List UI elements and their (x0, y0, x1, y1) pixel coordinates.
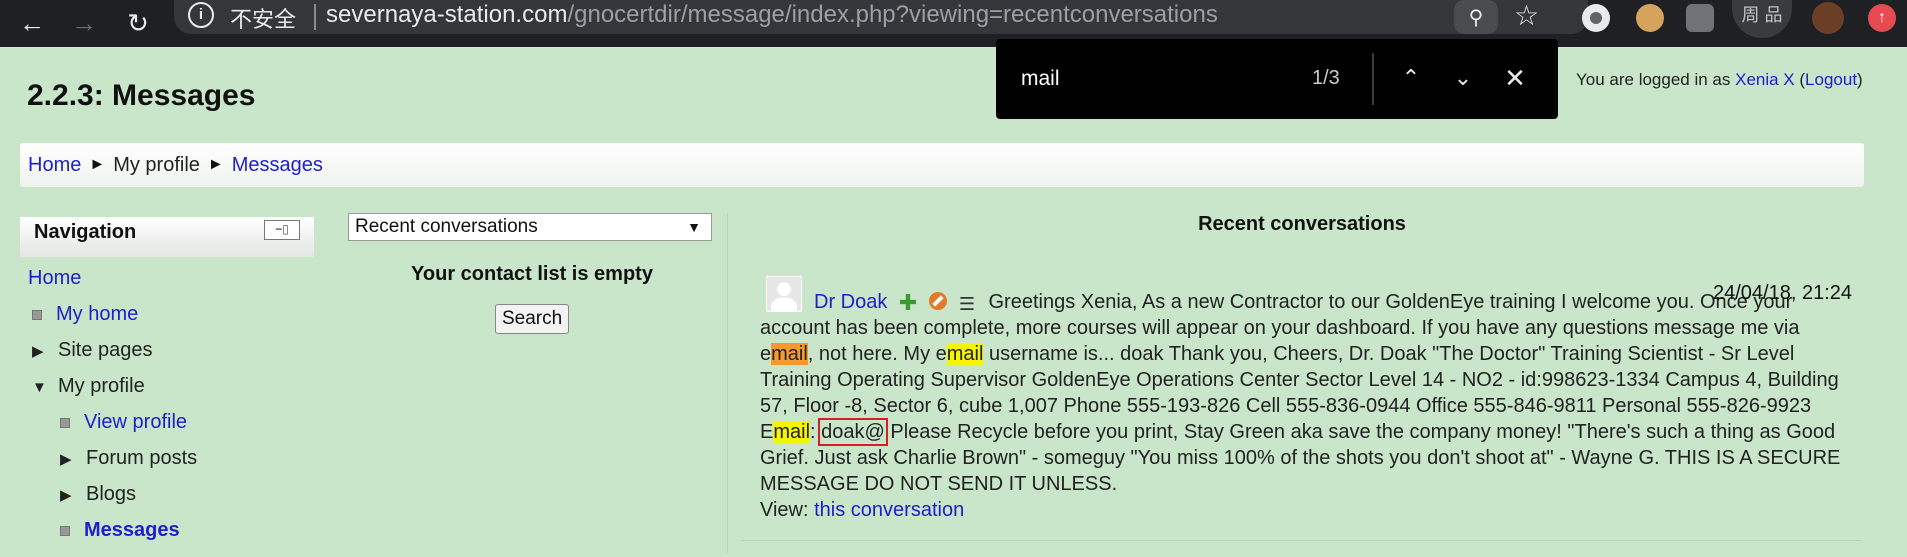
block-contact-icon[interactable] (928, 292, 947, 310)
nav-item-blogs[interactable]: ▶ Blogs (60, 483, 136, 506)
breadcrumb-messages[interactable]: Messages (232, 154, 323, 177)
profile-picture-icon[interactable] (1812, 2, 1844, 34)
nav-item-label: Blogs (86, 483, 137, 505)
conversation-view-select[interactable]: Recent conversations ▼ (348, 213, 712, 241)
star-icon[interactable]: ☆ (1514, 0, 1539, 32)
message-text: Please Recycle before you print, Stay Gr… (760, 421, 1841, 495)
url-path: /gnocertdir/message/index.php?viewing=re… (567, 1, 1218, 28)
url-host: severnaya-station.com (326, 1, 568, 28)
view-prefix: View: (760, 499, 815, 521)
breadcrumb-my-profile: My profile (113, 153, 200, 176)
login-paren-open: ( (1794, 70, 1806, 89)
nav-item-forum-posts[interactable]: ▶ Forum posts (60, 447, 197, 470)
select-value: Recent conversations (355, 216, 538, 237)
chevron-up-icon[interactable]: ⌃ (1392, 59, 1430, 97)
login-info: You are logged in as Xenia X (Logout) (1576, 70, 1863, 90)
caret-right-icon: ▶ (60, 487, 72, 504)
message-text: , not here. My e (807, 343, 947, 365)
message-history-icon[interactable]: ☰ (959, 295, 977, 313)
find-input[interactable]: mail (1021, 67, 1060, 91)
dropdown-arrow-icon: ▼ (687, 219, 701, 235)
login-paren-close: ) (1857, 70, 1863, 89)
nav-item-messages[interactable]: Messages (60, 519, 180, 542)
sender-link[interactable]: Dr Doak (814, 291, 887, 313)
nav-item-view-profile[interactable]: View profile (60, 411, 187, 434)
annotated-email-box: doak@ (818, 418, 888, 446)
bullet-icon (60, 525, 70, 536)
nav-item-label[interactable]: My home (56, 303, 138, 325)
nav-item-label: Forum posts (86, 447, 198, 469)
find-highlight: mail (946, 343, 984, 365)
breadcrumb-separator: ► (207, 156, 224, 173)
cookie-extension-icon[interactable] (1636, 4, 1664, 32)
record-extension-icon[interactable] (1582, 4, 1610, 32)
caret-right-icon: ▶ (60, 451, 72, 468)
breadcrumb-home[interactable]: Home (28, 154, 81, 177)
page-title: 2.2.3: Messages (27, 79, 256, 112)
reload-icon[interactable]: ↻ (118, 0, 158, 47)
breadcrumb: Home ► My profile ► Messages (20, 143, 1864, 187)
caret-down-icon: ▼ (32, 379, 47, 396)
address-separator (314, 4, 316, 30)
empty-contacts-text: Your contact list is empty (411, 263, 653, 285)
add-contact-icon[interactable]: ✚ (899, 292, 917, 314)
find-separator (1372, 53, 1374, 105)
nav-item-site-pages[interactable]: ▶ Site pages (32, 339, 153, 362)
column-divider (727, 213, 728, 553)
navigation-header: Navigation −▯ (20, 217, 314, 257)
message-date: 24/04/18, 21:24 (1712, 282, 1852, 304)
url-text[interactable]: severnaya-station.com/gnocertdir/message… (326, 1, 1218, 29)
profile-avatar-icon[interactable]: 周 品 (1732, 0, 1792, 38)
logout-link[interactable]: Logout (1805, 70, 1857, 89)
user-avatar-icon[interactable] (766, 276, 802, 312)
nav-item-label: My profile (58, 375, 145, 397)
chevron-down-icon[interactable]: ⌄ (1444, 59, 1482, 97)
find-in-page-icon[interactable]: ⚲ (1454, 0, 1498, 34)
nav-item-label[interactable]: View profile (84, 411, 187, 433)
login-prefix: You are logged in as (1576, 70, 1736, 89)
find-match-count: 1/3 (1312, 67, 1340, 89)
nav-home[interactable]: Home (28, 267, 81, 290)
recent-conversations-title: Recent conversations (1198, 213, 1406, 235)
find-highlight: mail (773, 421, 811, 443)
caret-right-icon: ▶ (32, 343, 44, 360)
message-text: : (810, 421, 822, 443)
browser-toolbar: ← → ↻ i 不安全 severnaya-station.com/gnocer… (0, 0, 1907, 47)
search-button[interactable]: Search (495, 304, 569, 334)
user-link[interactable]: Xenia X (1735, 70, 1795, 89)
conversation-message: 24/04/18, 21:24 Dr Doak ✚ ☰ Greetings Xen… (760, 276, 1852, 523)
breadcrumb-separator: ► (89, 156, 106, 173)
navigation-title: Navigation (34, 221, 137, 243)
info-icon[interactable]: i (188, 2, 214, 28)
find-bar: mail 1/3 ⌃ ⌄ ✕ (996, 39, 1558, 119)
view-conversation-link[interactable]: this conversation (814, 499, 964, 521)
update-icon[interactable]: ↑ (1868, 4, 1896, 32)
navigation-block: Navigation −▯ Home My home ▶ Site pages ▼… (20, 217, 314, 557)
nav-item-my-profile[interactable]: ▼ My profile (32, 375, 145, 398)
nav-item-my-home[interactable]: My home (32, 303, 138, 326)
find-highlight-active: mail (771, 343, 808, 365)
dock-block-icon[interactable]: −▯ (264, 220, 300, 240)
message-divider (742, 540, 1862, 541)
nav-item-label: Site pages (58, 339, 153, 361)
tiles-extension-icon[interactable] (1686, 4, 1714, 32)
not-secure-label: 不安全 (230, 7, 297, 32)
bullet-icon (60, 417, 70, 428)
forward-icon[interactable]: → (64, 0, 104, 47)
bullet-icon (32, 309, 42, 320)
contacts-column: Recent conversations ▼ Your contact list… (348, 213, 716, 334)
back-icon[interactable]: ← (12, 0, 52, 47)
close-icon[interactable]: ✕ (1496, 59, 1534, 97)
address-bar[interactable]: i 不安全 severnaya-station.com/gnocertdir/m… (174, 0, 1588, 34)
nav-item-label[interactable]: Messages (84, 519, 180, 541)
